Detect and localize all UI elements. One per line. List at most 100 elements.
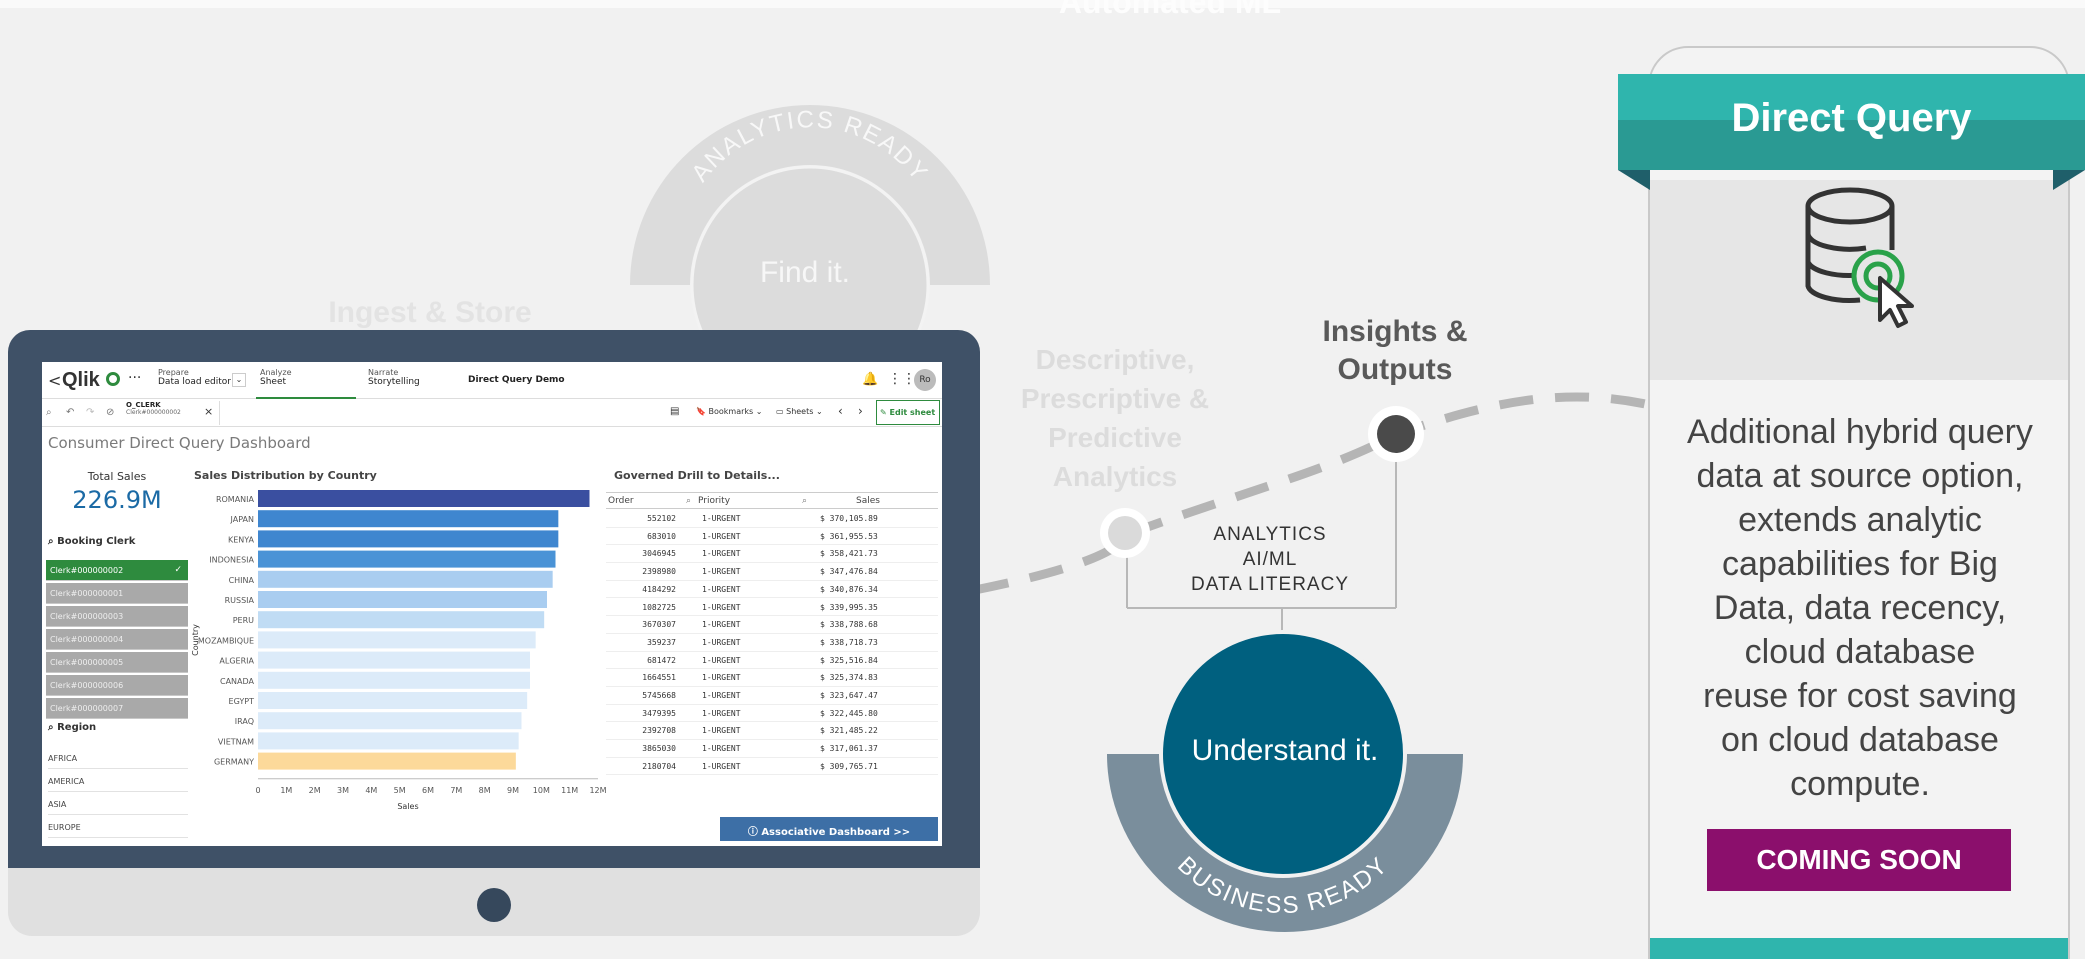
tab-analyze[interactable]: Analyze Sheet: [256, 368, 356, 399]
category-label: GERMANY: [214, 758, 254, 767]
bar-vietnam[interactable]: [258, 732, 519, 750]
table-row[interactable]: 3479395 1-URGENT $ 322,445.80: [606, 705, 938, 723]
cell-sales: $ 338,718.73: [820, 637, 878, 647]
table-row[interactable]: 1664551 1-URGENT $ 325,374.83: [606, 669, 938, 687]
category-label: MOZAMBIQUE: [198, 636, 254, 645]
header-order[interactable]: Order: [608, 496, 634, 506]
selection-pill[interactable]: O_CLERK Clerk#000000002 ×: [124, 401, 220, 425]
bar-romania[interactable]: [258, 490, 590, 507]
grid-menu-icon[interactable]: ⋮⋮: [888, 371, 916, 387]
desc-text-line: compute.: [1790, 765, 1930, 803]
table-row[interactable]: 2180704 1-URGENT $ 309,765.71: [606, 758, 938, 776]
cell-sales: $ 361,955.53: [820, 531, 878, 541]
desc-text-line: capabilities for Big: [1722, 545, 1998, 583]
clerk-item[interactable]: Clerk#000000001: [46, 583, 188, 604]
bar-japan[interactable]: [258, 510, 559, 528]
table-row[interactable]: 4184292 1-URGENT $ 340,876.34: [606, 581, 938, 599]
table-row[interactable]: 2398980 1-URGENT $ 347,476.84: [606, 563, 938, 581]
search-icon[interactable]: ⌕: [802, 496, 807, 506]
region-item[interactable]: AFRICA: [48, 747, 188, 769]
category-label: KENYA: [228, 535, 255, 544]
region-item[interactable]: AMERICA: [48, 770, 188, 792]
bell-icon[interactable]: 🔔: [862, 372, 878, 387]
associative-dashboard-button[interactable]: ⓘ Associative Dashboard >>: [720, 817, 938, 841]
understand-it-label: Understand it.: [1191, 734, 1379, 767]
tab-narrate[interactable]: Narrate Storytelling: [368, 368, 468, 396]
next-sheet-icon[interactable]: ›: [858, 404, 863, 418]
bar-algeria[interactable]: [258, 651, 530, 669]
table-row[interactable]: 359237 1-URGENT $ 338,718.73: [606, 634, 938, 652]
bar-china[interactable]: [258, 570, 553, 588]
analytics-item: DATA LITERACY: [1191, 574, 1349, 595]
bar-indonesia[interactable]: [258, 550, 556, 568]
bookmarks-label: Bookmarks: [708, 407, 754, 416]
header-priority[interactable]: Priority: [698, 496, 730, 506]
ingest-store-label: Ingest & Store: [328, 296, 532, 329]
selection-forward-icon[interactable]: ↷: [86, 407, 94, 418]
table-row[interactable]: 3670307 1-URGENT $ 338,788.68: [606, 616, 938, 634]
selection-back-icon[interactable]: ↶: [66, 407, 74, 418]
sheets-button[interactable]: ▭ Sheets ⌄: [776, 407, 823, 416]
clerk-item[interactable]: Clerk#000000006: [46, 675, 188, 696]
desc-text-line: reuse for cost saving: [1703, 677, 2017, 715]
data-insights-icon[interactable]: ▤: [670, 406, 679, 417]
sales-bar-chart[interactable]: ROMANIA JAPAN KENYA INDONESIA CHINA RUSSIA PER…: [192, 482, 612, 837]
edit-sheet-button[interactable]: ✎ Edit sheet: [876, 400, 940, 425]
avatar[interactable]: Ro: [914, 369, 936, 391]
cell-sales: $ 317,061.37: [820, 744, 878, 754]
header-sales[interactable]: Sales: [856, 496, 880, 506]
back-button[interactable]: <: [48, 371, 61, 390]
table-row[interactable]: 1082725 1-URGENT $ 339,995.35: [606, 599, 938, 617]
bookmarks-button[interactable]: 🔖 Bookmarks ⌄: [696, 407, 762, 416]
desc-line: Prescriptive &: [1020, 383, 1210, 414]
category-label: JAPAN: [230, 515, 254, 524]
cell-priority: 1-URGENT: [702, 744, 741, 754]
clerk-item[interactable]: Clerk#000000007: [46, 698, 188, 719]
prev-sheet-icon[interactable]: ‹: [838, 404, 843, 418]
chevron-down-icon[interactable]: ⌄: [232, 373, 246, 387]
x-tick-label: 12M: [589, 786, 606, 795]
bar-russia[interactable]: [258, 591, 547, 608]
bar-kenya[interactable]: [258, 530, 559, 548]
clerk-item[interactable]: Clerk#000000005: [46, 652, 188, 673]
table-row[interactable]: 5745668 1-URGENT $ 323,647.47: [606, 687, 938, 705]
bar-iraq[interactable]: [258, 712, 522, 730]
bar-canada[interactable]: [258, 671, 530, 689]
bar-mozambique[interactable]: [258, 631, 536, 649]
coming-soon-button[interactable]: COMING SOON: [1707, 829, 2011, 891]
table-row[interactable]: 2392708 1-URGENT $ 321,485.22: [606, 722, 938, 741]
x-tick-label: 6M: [422, 786, 434, 795]
smart-search-icon[interactable]: ⌕: [46, 407, 52, 418]
clear-selections-icon[interactable]: ⊘: [106, 407, 114, 418]
clerk-item[interactable]: Clerk#000000004: [46, 629, 188, 650]
close-icon[interactable]: ×: [204, 405, 213, 418]
cell-priority: 1-URGENT: [702, 708, 741, 718]
cell-order: 2398980: [642, 567, 676, 577]
region-item[interactable]: EUROPE: [48, 816, 188, 838]
cell-priority: 1-URGENT: [702, 584, 741, 594]
x-tick-label: 2M: [309, 786, 321, 795]
x-tick-label: 0: [255, 786, 260, 795]
table-row[interactable]: 3046945 1-URGENT $ 358,421.73: [606, 545, 938, 564]
more-menu[interactable]: ···: [128, 370, 141, 386]
clerk-item-selected[interactable]: Clerk#000000002 ✓: [46, 560, 188, 581]
search-icon[interactable]: ⌕: [686, 496, 691, 506]
analytics-item: ANALYTICS: [1213, 524, 1327, 545]
table-row[interactable]: 681472 1-URGENT $ 325,516.84: [606, 652, 938, 670]
tab-bottom-label: Sheet: [260, 377, 287, 387]
cell-sales: $ 309,765.71: [820, 761, 878, 771]
region-item[interactable]: ASIA: [48, 793, 188, 815]
bar-peru[interactable]: [258, 611, 545, 629]
cell-priority: 1-URGENT: [702, 620, 741, 630]
table-row[interactable]: 683010 1-URGENT $ 361,955.53: [606, 528, 938, 546]
bar-germany[interactable]: [258, 752, 516, 770]
cell-sales: $ 325,516.84: [820, 655, 878, 665]
table-row[interactable]: 552102 1-URGENT $ 370,105.89: [606, 510, 938, 528]
cell-order: 1082725: [642, 602, 676, 612]
cell-priority: 1-URGENT: [702, 691, 741, 700]
bar-egypt[interactable]: [258, 692, 528, 709]
clerk-item[interactable]: Clerk#000000003: [46, 606, 188, 627]
table-row[interactable]: 3865030 1-URGENT $ 317,061.37: [606, 740, 938, 758]
card-description: Additional hybrid query data at source o…: [1660, 410, 2060, 806]
qlik-logo[interactable]: Qlik: [62, 369, 100, 392]
